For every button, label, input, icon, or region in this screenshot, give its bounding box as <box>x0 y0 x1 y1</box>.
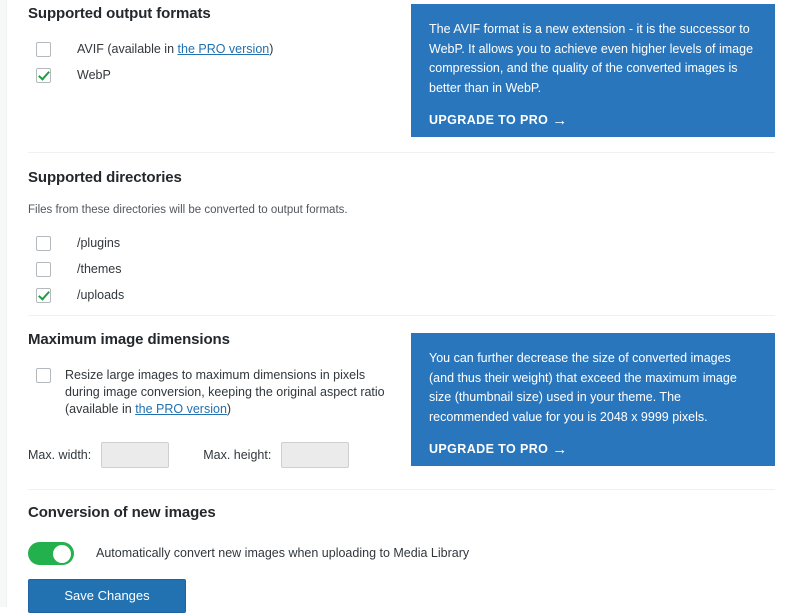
checkbox-label-webp: WebP <box>77 68 111 82</box>
section-title-conversion: Conversion of new images <box>28 504 216 521</box>
checkbox-label-avif-text: AVIF (available in <box>77 42 178 56</box>
toggle-auto-convert[interactable] <box>28 542 74 565</box>
promo-box-avif: The AVIF format is a new extension - it … <box>411 4 775 137</box>
checkbox-row-plugins[interactable]: /plugins <box>28 235 800 252</box>
divider-1 <box>28 152 775 153</box>
checkbox-label-themes: /themes <box>77 262 122 276</box>
promo-text-avif: The AVIF format is a new extension - it … <box>429 22 754 95</box>
section-description-directories: Files from these directories will be con… <box>28 204 348 216</box>
max-width-label: Max. width: <box>28 448 92 462</box>
checkbox-uploads[interactable] <box>36 288 51 303</box>
settings-page: Supported output formats AVIF (available… <box>0 0 800 613</box>
checkbox-label-uploads: /uploads <box>77 288 125 302</box>
save-changes-button[interactable]: Save Changes <box>28 579 186 613</box>
arrow-right-icon-2: → <box>552 441 568 458</box>
max-height-input[interactable] <box>281 442 350 468</box>
pro-version-link-resize[interactable]: the PRO version <box>135 402 227 416</box>
toggle-row-auto-convert[interactable]: Automatically convert new images when up… <box>28 542 800 565</box>
upgrade-to-pro-link-avif[interactable]: UPGRADE TO PRO → <box>429 112 568 129</box>
divider-3 <box>28 489 775 490</box>
checkbox-label-avif: AVIF (available in the PRO version) <box>77 41 273 58</box>
upgrade-to-pro-label-avif: UPGRADE TO PRO <box>429 113 549 127</box>
toggle-label-auto-convert: Automatically convert new images when up… <box>96 546 470 560</box>
checkbox-row-uploads[interactable]: /uploads <box>28 287 800 304</box>
section-title-directories: Supported directories <box>28 169 182 186</box>
divider-2 <box>28 315 775 316</box>
max-height-label: Max. height: <box>203 448 272 462</box>
checkbox-label-resize-suffix: ) <box>226 402 232 416</box>
upgrade-to-pro-link-dimensions[interactable]: UPGRADE TO PRO → <box>429 441 568 458</box>
pro-version-link-avif[interactable]: the PRO version <box>178 42 270 56</box>
checkbox-themes[interactable] <box>36 262 51 277</box>
max-width-input[interactable] <box>101 442 170 468</box>
promo-box-dimensions: You can further decrease the size of con… <box>411 333 775 466</box>
upgrade-to-pro-label-dimensions: UPGRADE TO PRO <box>429 442 549 456</box>
checkbox-plugins[interactable] <box>36 236 51 251</box>
checkbox-webp[interactable] <box>36 68 51 83</box>
checkbox-label-resize: Resize large images to maximum dimension… <box>65 367 395 418</box>
section-conversion-of-new-images: Conversion of new images Automatically c… <box>0 503 800 565</box>
checkbox-resize-large-images[interactable] <box>36 368 51 383</box>
checkbox-label-plugins: /plugins <box>77 236 121 250</box>
section-supported-directories: Supported directories Files from these d… <box>0 168 800 304</box>
checkbox-row-themes[interactable]: /themes <box>28 261 800 278</box>
promo-text-dimensions: You can further decrease the size of con… <box>429 351 737 424</box>
toggle-knob <box>53 544 71 563</box>
checkbox-avif[interactable] <box>36 42 51 57</box>
checkbox-label-avif-suffix: ) <box>269 42 274 56</box>
arrow-right-icon: → <box>552 112 568 129</box>
